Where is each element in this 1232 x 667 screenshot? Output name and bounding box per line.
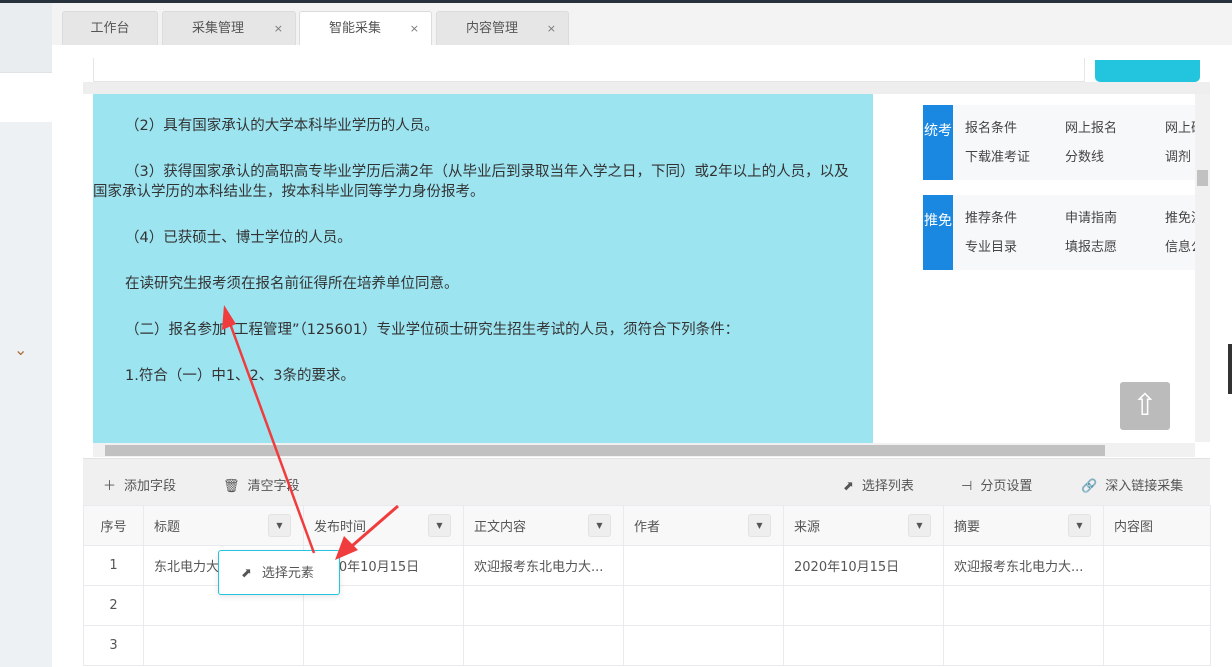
tab-smart-collect[interactable]: 智能采集 ×	[299, 11, 432, 46]
table-cell[interactable]: 3	[83, 625, 144, 666]
nav-link[interactable]: 下载准考证	[965, 146, 1030, 165]
clear-fields-button[interactable]: 🗑 清空字段	[223, 475, 300, 494]
chevron-down-icon[interactable]: ⌄	[14, 340, 27, 359]
scroll-thumb[interactable]	[105, 445, 1105, 456]
column-dropdown-icon[interactable]: ▼	[428, 514, 451, 537]
table-cell[interactable]	[143, 625, 304, 666]
table-cell[interactable]: 欢迎报考东北电力大...	[943, 545, 1104, 586]
url-input[interactable]	[93, 58, 1085, 82]
table-cell[interactable]	[623, 625, 784, 666]
close-icon[interactable]: ×	[547, 12, 556, 46]
column-label: 标题	[154, 520, 181, 535]
column-header: 来源 ▼	[783, 505, 944, 546]
nav-link[interactable]: 专业目录	[965, 236, 1017, 255]
sidebar-header	[0, 3, 52, 72]
column-label: 摘要	[954, 520, 981, 535]
column-dropdown-icon[interactable]: ▼	[588, 514, 611, 537]
column-label: 内容图	[1114, 520, 1154, 535]
table-cell[interactable]	[943, 625, 1104, 666]
tab-bar: 工作台 采集管理 × 智能采集 × 内容管理 ×	[52, 3, 1232, 46]
tab-workbench[interactable]: 工作台	[62, 11, 158, 45]
nav-link[interactable]: 调剂	[1165, 146, 1191, 165]
column-header: 标题 ▼	[143, 505, 304, 546]
column-header: 序号	[83, 505, 144, 546]
vertical-scrollbar[interactable]	[1195, 94, 1210, 442]
nav-link[interactable]: 申请指南	[1065, 207, 1117, 226]
column-dropdown-icon[interactable]: ▼	[268, 514, 291, 537]
window-edge	[1228, 344, 1232, 394]
table-row: 3	[83, 625, 1211, 666]
page-preview[interactable]: （2）具有国家承认的大学本科毕业学历的人员。 （3）获得国家承认的高职高专毕业学…	[83, 82, 1210, 458]
table-cell[interactable]	[1103, 545, 1211, 586]
column-dropdown-icon[interactable]: ▼	[1068, 514, 1091, 537]
trash-icon: 🗑	[223, 479, 240, 494]
tab-content-manage[interactable]: 内容管理 ×	[436, 11, 569, 45]
table-cell[interactable]	[303, 625, 464, 666]
table-cell[interactable]: 欢迎报考东北电力大...	[463, 545, 624, 586]
pagination-settings-button[interactable]: ⊣ 分页设置	[961, 475, 1032, 494]
horizontal-scrollbar[interactable]	[93, 443, 1195, 457]
table-cell[interactable]	[463, 625, 624, 666]
nav-link[interactable]: 填报志愿	[1065, 236, 1117, 255]
table-cell[interactable]: 2	[83, 585, 144, 626]
close-icon[interactable]: ×	[274, 12, 283, 46]
table-cell[interactable]	[783, 625, 944, 666]
column-label: 来源	[794, 520, 821, 535]
column-header: 作者 ▼	[623, 505, 784, 546]
column-label: 序号	[100, 520, 127, 535]
close-icon[interactable]: ×	[410, 12, 419, 46]
table-cell[interactable]	[1103, 585, 1211, 626]
back-to-top-button[interactable]: ⇧	[1120, 382, 1170, 430]
link-icon: 🔗	[1081, 479, 1098, 494]
select-element-popup[interactable]: ⬈ 选择元素	[218, 550, 340, 595]
table-cell[interactable]	[623, 545, 784, 586]
pagination-icon: ⊣	[961, 479, 973, 494]
table-cell[interactable]	[623, 585, 784, 626]
table-cell[interactable]	[943, 585, 1104, 626]
column-header: 正文内容 ▼	[463, 505, 624, 546]
tab-collect-manage[interactable]: 采集管理 ×	[162, 11, 296, 45]
column-header: 发布时间 ▼	[303, 505, 464, 546]
nav-box-recommend: 推免 推荐条件 申请指南 推免流 专业目录 填报志愿 信息公	[923, 195, 1204, 270]
cursor-icon: ⬈	[241, 566, 252, 581]
scroll-thumb[interactable]	[1197, 170, 1208, 186]
field-toolbar: ＋添加字段 🗑 清空字段 ⬈ 选择列表 ⊣ 分页设置 🔗 深入链接采集	[83, 458, 1210, 505]
column-dropdown-icon[interactable]: ▼	[908, 514, 931, 537]
open-url-button[interactable]	[1095, 60, 1200, 82]
table-cell[interactable]	[1103, 625, 1211, 666]
column-dropdown-icon[interactable]: ▼	[748, 514, 771, 537]
column-header: 内容图	[1103, 505, 1211, 546]
nav-link[interactable]: 分数线	[1065, 146, 1104, 165]
deep-link-collect-button[interactable]: 🔗 深入链接采集	[1081, 475, 1183, 494]
table-cell[interactable]	[783, 585, 944, 626]
select-list-button[interactable]: ⬈ 选择列表	[843, 475, 914, 494]
cursor-icon: ⬈	[843, 479, 854, 494]
selected-element-highlight[interactable]: （2）具有国家承认的大学本科毕业学历的人员。 （3）获得国家承认的高职高专毕业学…	[93, 94, 873, 444]
add-field-button[interactable]: ＋添加字段	[103, 475, 176, 494]
table-cell[interactable]: 2020年10月15日	[783, 545, 944, 586]
column-label: 正文内容	[474, 520, 527, 535]
table-cell[interactable]: 1	[83, 545, 144, 586]
nav-link[interactable]: 推荐条件	[965, 207, 1017, 226]
nav-link[interactable]: 报名条件	[965, 117, 1017, 136]
sidebar	[0, 122, 52, 667]
sidebar-item[interactable]	[0, 72, 52, 122]
column-label: 发布时间	[314, 520, 367, 535]
plus-icon: ＋	[103, 479, 117, 494]
nav-link[interactable]: 网上报名	[1065, 117, 1117, 136]
column-header: 摘要 ▼	[943, 505, 1104, 546]
table-cell[interactable]	[463, 585, 624, 626]
nav-box-unified-exam: 统考 报名条件 网上报名 网上确 下载准考证 分数线 调剂	[923, 105, 1204, 180]
column-label: 作者	[634, 520, 661, 535]
